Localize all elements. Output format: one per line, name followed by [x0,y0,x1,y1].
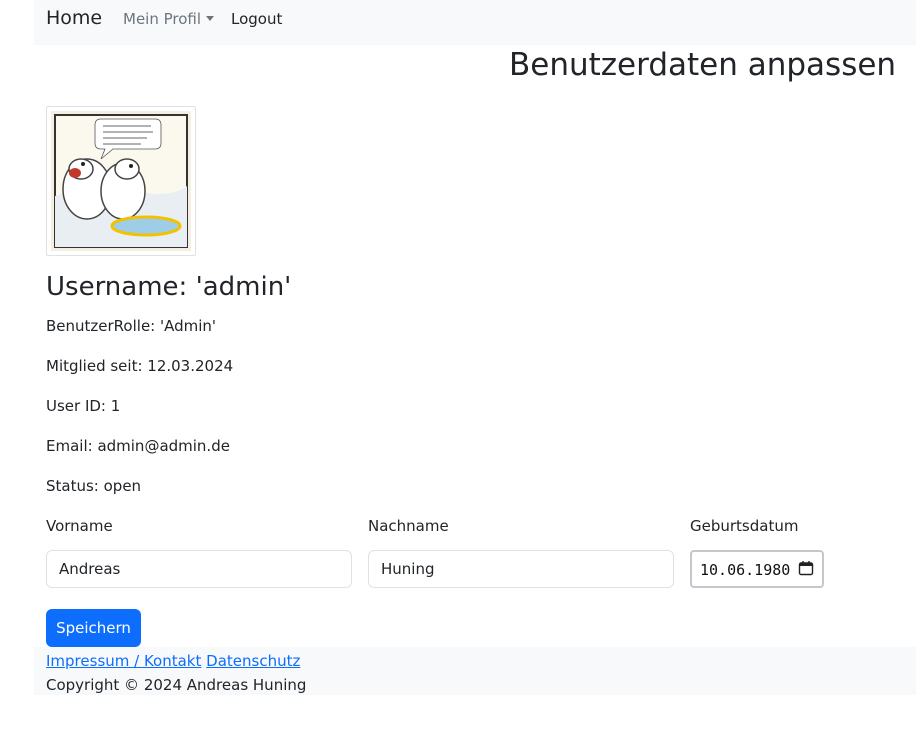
nachname-input[interactable] [368,550,674,588]
avatar [46,106,196,256]
page-title: Benutzerdaten anpassen [509,47,897,83]
geburtsdatum-value: 10.06.1980 [700,561,791,579]
profile-dropdown-label: Mein Profil [123,10,202,28]
user-status: Status: open [46,477,142,495]
home-link[interactable]: Home [46,7,102,29]
profile-dropdown[interactable]: Mein Profil [123,10,215,28]
geburtsdatum-label: Geburtsdatum [690,517,799,535]
user-email: Email: admin@admin.de [46,437,230,455]
save-button[interactable]: Speichern [46,609,141,647]
vorname-label: Vorname [46,517,113,535]
top-navbar: Home Mein Profil Logout [34,0,916,45]
impressum-link[interactable]: Impressum / Kontakt [46,652,201,670]
username-heading: Username: 'admin' [46,272,292,302]
user-id: User ID: 1 [46,397,121,415]
calendar-icon[interactable] [798,560,814,576]
profile-cartoon-image [51,111,191,251]
logout-link[interactable]: Logout [231,10,282,28]
user-role: BenutzerRolle: 'Admin' [46,317,217,335]
geburtsdatum-input[interactable]: 10.06.1980 [690,550,824,588]
footer-links: Impressum / Kontakt Datenschutz [46,652,300,670]
copyright-text: Copyright © 2024 Andreas Huning [46,676,307,694]
chevron-down-icon [206,16,215,21]
nachname-label: Nachname [368,517,449,535]
member-since: Mitglied seit: 12.03.2024 [46,357,234,375]
datenschutz-link[interactable]: Datenschutz [206,652,300,670]
vorname-input[interactable] [46,550,352,588]
footer: Impressum / Kontakt Datenschutz Copyrigh… [34,647,916,695]
